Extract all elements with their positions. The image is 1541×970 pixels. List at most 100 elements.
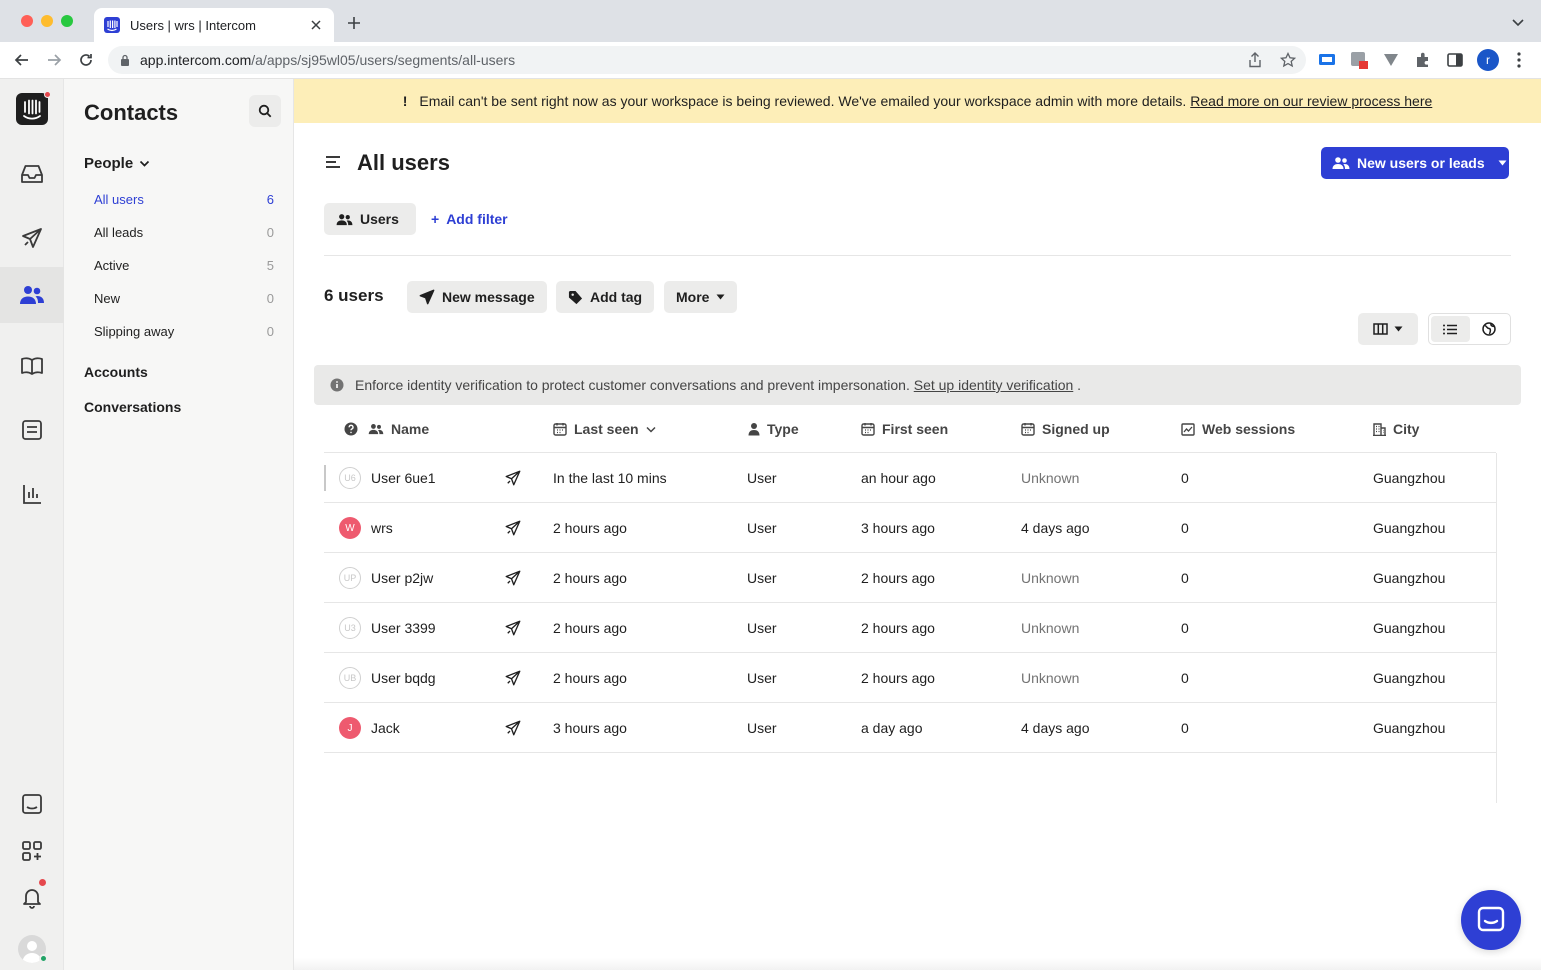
add-tag-button[interactable]: Add tag [556, 281, 655, 313]
cell-last-seen: 2 hours ago [553, 670, 627, 686]
sidebar-item-all-leads[interactable]: All leads 0 [94, 225, 274, 240]
zoom-window-button[interactable] [61, 15, 73, 27]
close-window-button[interactable] [21, 15, 33, 27]
cell-name[interactable]: U3 User 3399 [339, 603, 436, 653]
send-message-icon[interactable] [504, 553, 522, 603]
sidebar-item-slipping-away[interactable]: Slipping away 0 [94, 324, 274, 339]
person-icon [748, 423, 760, 436]
close-tab-icon[interactable] [308, 17, 324, 33]
column-header-last-seen[interactable]: Last seen [553, 405, 656, 453]
cell-first-seen: a day ago [861, 720, 923, 736]
add-filter-button[interactable]: + Add filter [431, 211, 508, 227]
forward-icon[interactable] [46, 52, 62, 68]
extensions-puzzle-icon[interactable] [1414, 51, 1432, 69]
messenger-launcher-button[interactable] [1461, 890, 1521, 950]
intercom-logo-icon[interactable] [16, 93, 48, 125]
browser-menu-icon[interactable] [1511, 51, 1527, 69]
column-header-signed-up[interactable]: Signed up [1021, 405, 1110, 453]
tab-title: Users | wrs | Intercom [130, 17, 256, 33]
send-message-icon[interactable] [504, 603, 522, 653]
send-message-icon[interactable] [504, 653, 522, 703]
list-view-button[interactable] [1431, 316, 1470, 342]
help-icon[interactable] [344, 405, 358, 453]
minimize-window-button[interactable] [41, 15, 53, 27]
table-row[interactable]: U6 User 6ue1 In the last 10 mins User an hou… [324, 453, 1496, 503]
sidebar-item-accounts[interactable]: Accounts [84, 364, 148, 380]
inbox-icon[interactable] [12, 154, 52, 194]
send-message-icon[interactable] [504, 453, 522, 503]
send-message-icon[interactable] [504, 703, 522, 753]
sidebar-item-all-users[interactable]: All users 6 [94, 192, 274, 207]
browser-profile-avatar[interactable]: r [1477, 49, 1499, 71]
users-filter-chip[interactable]: Users [324, 203, 416, 235]
reports-inbox-icon[interactable] [12, 410, 52, 450]
table-row[interactable]: UP User p2jw 2 hours ago User 2 hours ago Unk… [324, 553, 1496, 603]
setup-identity-verification-link[interactable]: Set up identity verification [914, 377, 1074, 393]
share-icon[interactable] [1248, 52, 1262, 68]
sidebar-item-active[interactable]: Active 5 [94, 258, 274, 273]
extension-v-icon[interactable] [1382, 51, 1400, 69]
people-section-toggle[interactable]: People [84, 155, 150, 172]
extension-screen-icon[interactable] [1318, 51, 1336, 69]
user-count: 6 users [324, 286, 384, 305]
articles-icon[interactable] [12, 346, 52, 386]
browser-tab[interactable]: Users | wrs | Intercom [94, 8, 334, 42]
cell-first-seen: an hour ago [861, 470, 936, 486]
table-row[interactable]: U3 User 3399 2 hours ago User 2 hours ago Unk… [324, 603, 1496, 653]
sidebar-item-new[interactable]: New 0 [94, 291, 274, 306]
more-dropdown[interactable]: More [664, 281, 738, 313]
caret-down-icon [1498, 160, 1507, 166]
online-status-dot [39, 954, 48, 963]
sidebar-item-label: Active [94, 258, 130, 273]
column-header-first-seen[interactable]: First seen [861, 405, 948, 453]
outbound-icon[interactable] [12, 218, 52, 258]
table-row[interactable]: J Jack 3 hours ago User a day ago 4 days ago 0… [324, 703, 1496, 753]
cell-signed-up: 4 days ago [1021, 520, 1090, 536]
users-table-body: U6 User 6ue1 In the last 10 mins User an hou… [324, 453, 1496, 753]
menu-toggle-icon[interactable] [325, 155, 341, 169]
back-icon[interactable] [14, 52, 30, 68]
new-message-button[interactable]: New message [407, 281, 547, 313]
contacts-icon[interactable] [0, 267, 64, 323]
cell-name[interactable]: J Jack [339, 703, 400, 753]
cell-name[interactable]: UP User p2jw [339, 553, 433, 603]
messenger-settings-icon[interactable] [12, 784, 52, 824]
reports-icon[interactable] [12, 474, 52, 514]
cell-web-sessions: 0 [1181, 720, 1189, 736]
reload-icon[interactable] [78, 52, 94, 68]
review-process-link[interactable]: Read more on our review process here [1190, 93, 1432, 109]
sidebar-item-conversations[interactable]: Conversations [84, 399, 181, 415]
new-users-or-leads-button[interactable]: New users or leads [1321, 147, 1509, 179]
cell-name[interactable]: UB User bqdg [339, 653, 436, 703]
apps-icon[interactable] [12, 831, 52, 871]
notifications-icon[interactable] [12, 878, 52, 918]
cell-city: Guangzhou [1373, 720, 1446, 736]
side-panel-icon[interactable] [1446, 51, 1464, 69]
table-scrollbar[interactable] [1496, 453, 1497, 803]
cell-web-sessions: 0 [1181, 520, 1189, 536]
calendar-icon [861, 423, 875, 436]
column-header-type[interactable]: Type [748, 405, 799, 453]
chevron-down-icon [140, 160, 150, 167]
column-header-name[interactable]: Name [368, 405, 429, 453]
bookmark-star-icon[interactable] [1280, 52, 1296, 68]
user-name: User bqdg [371, 670, 436, 686]
column-header-web-sessions[interactable]: Web sessions [1181, 405, 1295, 453]
table-row[interactable]: UB User bqdg 2 hours ago User 2 hours ago Unk… [324, 653, 1496, 703]
table-row[interactable]: Wwrs 2 hours ago User 3 hours ago 4 days ago… [324, 503, 1496, 553]
new-tab-icon[interactable] [346, 15, 362, 31]
tag-icon [568, 290, 583, 304]
column-header-city[interactable]: City [1373, 405, 1419, 453]
browser-toolbar: app.intercom.com/a/apps/sj95wl05/users/s… [0, 42, 1541, 79]
send-message-icon[interactable] [504, 503, 522, 553]
search-button[interactable] [249, 95, 281, 127]
sidebar-item-count: 0 [266, 291, 274, 306]
cell-name[interactable]: U6 User 6ue1 [339, 453, 436, 503]
building-icon [1373, 423, 1386, 436]
map-view-button[interactable] [1470, 316, 1509, 342]
columns-picker-button[interactable] [1358, 313, 1418, 345]
extension-puzzle-badge-icon[interactable] [1350, 51, 1368, 69]
address-bar[interactable]: app.intercom.com/a/apps/sj95wl05/users/s… [108, 46, 1306, 74]
tab-search-chevron-icon[interactable] [1511, 17, 1525, 27]
cell-name[interactable]: Wwrs [339, 503, 393, 553]
